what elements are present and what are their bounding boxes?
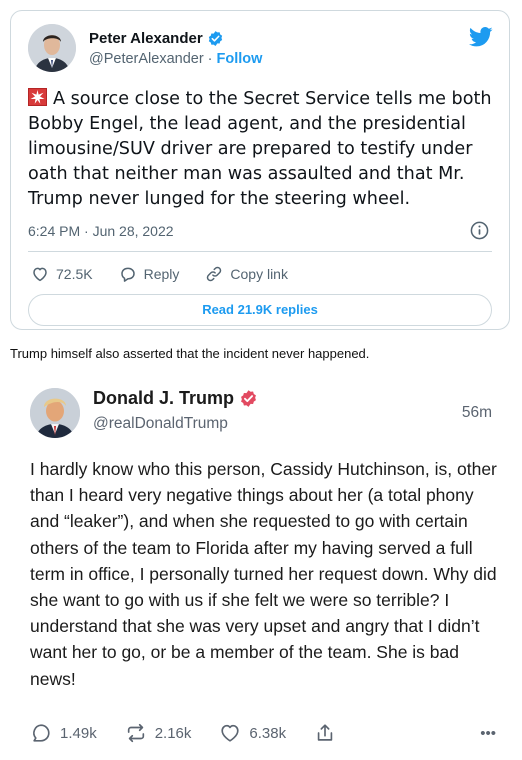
reply-bubble-icon: [33, 724, 50, 742]
post-card-donald-trump: Donald J. Trump @realDonaldTrump 56m I h…: [0, 370, 522, 760]
reply-button[interactable]: 1.49k: [30, 722, 97, 744]
info-icon[interactable]: [470, 221, 489, 240]
siren-emoji-icon: [28, 88, 47, 106]
divider: [28, 251, 492, 252]
post-text: I hardly know who this person, Cassidy H…: [30, 459, 497, 689]
author-name[interactable]: Donald J. Trump: [93, 388, 234, 409]
verified-badge-icon: [241, 390, 256, 407]
like-count: 6.38k: [249, 724, 287, 742]
avatar[interactable]: [30, 388, 80, 438]
author-handle[interactable]: @PeterAlexander: [89, 51, 204, 67]
author-name-row: Donald J. Trump: [93, 388, 258, 409]
separator-dot: ·: [207, 51, 213, 67]
copy-link-button[interactable]: Copy link: [205, 265, 288, 283]
caption-text: Trump himself also asserted that the inc…: [10, 346, 370, 361]
heart-icon: [221, 724, 240, 742]
tweet-text-content: A source close to the Secret Service tel…: [28, 89, 492, 209]
share-button[interactable]: [314, 722, 336, 744]
share-icon: [317, 724, 333, 741]
author-name[interactable]: Peter Alexander: [89, 30, 203, 47]
like-button[interactable]: 6.38k: [219, 722, 286, 744]
author-handle-row: @PeterAlexander · Follow: [89, 51, 262, 67]
follow-link[interactable]: Follow: [217, 51, 263, 67]
tweet-text: A source close to the Secret Service tel…: [28, 87, 506, 212]
copy-link-label: Copy link: [230, 266, 288, 282]
read-replies-button[interactable]: Read 21.9K replies: [28, 294, 492, 326]
reply-count: 1.49k: [60, 724, 97, 742]
link-icon: [207, 266, 222, 282]
post-time[interactable]: 56m: [462, 404, 492, 422]
tweet-actions: 72.5K Reply Copy link: [31, 265, 288, 283]
tweet-timestamp[interactable]: 6:24 PM · Jun 28, 2022: [28, 223, 174, 239]
avatar[interactable]: [28, 24, 76, 72]
twitter-bird-icon[interactable]: [469, 27, 493, 47]
reply-label: Reply: [143, 266, 180, 282]
more-icon[interactable]: •••: [480, 725, 496, 742]
like-count: 72.5K: [56, 266, 93, 282]
retruth-icon: [127, 723, 144, 743]
like-button[interactable]: 72.5K: [31, 265, 93, 283]
retruth-button[interactable]: 2.16k: [125, 722, 192, 744]
reply-icon: [120, 267, 135, 282]
author-name-row: Peter Alexander: [89, 30, 224, 47]
post-actions: 1.49k 2.16k 6.38k •••: [30, 722, 496, 744]
tweet-card-peter-alexander: Peter Alexander @PeterAlexander · Follow…: [10, 10, 510, 330]
retruth-count: 2.16k: [154, 724, 192, 742]
heart-icon: [33, 267, 47, 282]
verified-badge-icon: [208, 31, 222, 46]
reply-button[interactable]: Reply: [119, 265, 180, 283]
author-handle[interactable]: @realDonaldTrump: [93, 415, 228, 433]
